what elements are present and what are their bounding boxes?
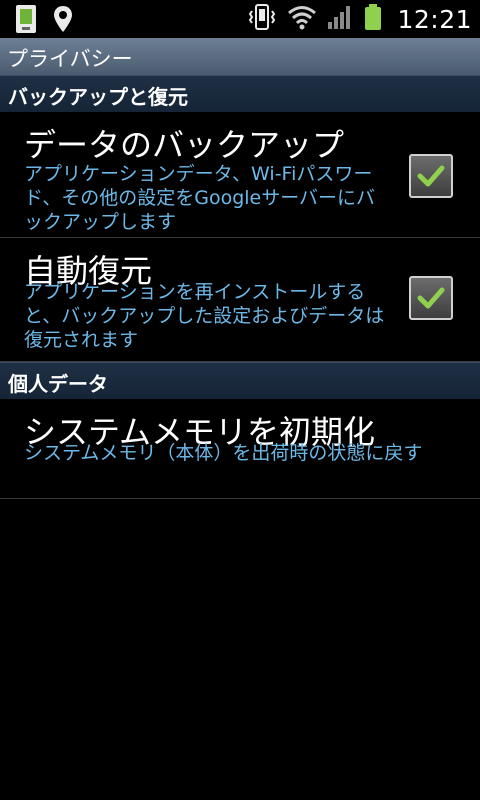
setting-title: データのバックアップ bbox=[24, 126, 345, 164]
setting-summary: アプリケーションデータ、Wi-Fiパスワード、その他の設定をGoogleサーバー… bbox=[24, 163, 376, 233]
status-clock: 12:21 bbox=[397, 4, 472, 34]
sim-card-icon bbox=[14, 4, 38, 38]
page-title: プライバシー bbox=[7, 47, 133, 71]
setting-row-factory-reset[interactable]: システムメモリを初期化 システムメモリ（本体）を出荷時の状態に戻す bbox=[0, 399, 480, 499]
status-bar: 12:21 bbox=[0, 0, 480, 38]
vibrate-icon bbox=[247, 3, 277, 35]
auto-restore-checkbox[interactable] bbox=[409, 276, 453, 320]
setting-summary: システムメモリ（本体）を出荷時の状態に戻す bbox=[24, 442, 423, 464]
setting-row-data-backup[interactable]: データのバックアップ アプリケーションデータ、Wi-Fiパスワード、その他の設定… bbox=[0, 112, 480, 238]
signal-icon bbox=[327, 4, 353, 34]
setting-summary: アプリケーションを再インストールすると、バックアップした設定およびデータは復元さ… bbox=[24, 281, 385, 351]
battery-icon bbox=[363, 3, 383, 35]
title-bar: プライバシー bbox=[0, 38, 480, 76]
section-header-label: 個人データ bbox=[8, 372, 108, 396]
section-header-label: バックアップと復元 bbox=[8, 85, 188, 109]
section-header-personal-data: 個人データ bbox=[0, 362, 480, 400]
setting-row-auto-restore[interactable]: 自動復元 アプリケーションを再インストールすると、バックアップした設定およびデー… bbox=[0, 238, 480, 362]
section-header-backup: バックアップと復元 bbox=[0, 75, 480, 113]
data-backup-checkbox[interactable] bbox=[409, 154, 453, 198]
wifi-icon bbox=[287, 4, 317, 34]
location-pin-icon bbox=[52, 4, 74, 38]
